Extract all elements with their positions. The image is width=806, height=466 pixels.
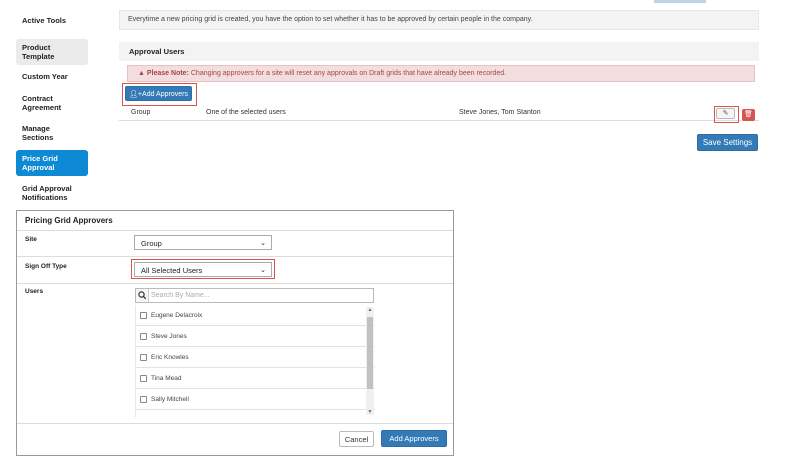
row-divider <box>119 120 759 121</box>
warning-icon: ▲ <box>138 70 145 77</box>
description-text: Everytime a new pricing grid is created,… <box>119 10 759 30</box>
signoff-label: Sign Off Type <box>25 263 67 270</box>
settings-sidebar: Active Tools Product Template Custom Yea… <box>16 12 90 209</box>
sidebar-item-product-template[interactable]: Product Template <box>16 39 88 65</box>
approval-settings-panel: Everytime a new pricing grid is created,… <box>119 10 759 151</box>
sidebar-item-price-grid-approval[interactable]: Price Grid Approval <box>16 150 88 176</box>
edit-button[interactable]: ✎ <box>716 108 735 119</box>
user-checkbox[interactable] <box>140 374 147 382</box>
save-settings-button[interactable]: Save Settings <box>697 134 758 151</box>
sidebar-item-grid-approval-notifications[interactable]: Grid Approval Notifications <box>16 180 88 206</box>
row-rule: One of the selected users <box>206 109 286 116</box>
list-item[interactable]: Sally Mitchell <box>136 389 375 410</box>
modal-divider <box>17 230 453 231</box>
edit-icon: ✎ <box>722 110 729 117</box>
approval-users-heading: Approval Users <box>119 42 759 61</box>
trash-icon: 🗑︎ <box>744 111 753 118</box>
user-checkbox[interactable] <box>140 332 147 340</box>
add-approvers-highlight: 👤︎+Add Approvers <box>122 83 197 106</box>
sidebar-item-contract-agreement[interactable]: Contract Agreement <box>16 90 88 116</box>
user-list: Eugene Delacroix Steve Jones Eric Knowle… <box>135 305 375 417</box>
user-list-scrollbar[interactable]: ▲ ▼ <box>366 307 374 415</box>
list-item[interactable]: Eugene Delacroix <box>136 305 375 326</box>
search-input[interactable] <box>151 290 371 301</box>
user-name: Eugene Delacroix <box>151 311 203 319</box>
chevron-down-icon: ⌄ <box>260 240 266 247</box>
list-item[interactable]: Steve Jones <box>136 326 375 347</box>
user-name: Sally Mitchell <box>151 395 189 403</box>
cancel-button[interactable]: Cancel <box>339 431 374 447</box>
scroll-down-arrow-icon[interactable]: ▼ <box>366 409 374 415</box>
signoff-select-value: All Selected Users <box>141 266 203 275</box>
list-item[interactable]: Tina Mead <box>136 368 375 389</box>
row-site: Group <box>131 109 151 116</box>
alert-message: Changing approvers for a site will reset… <box>190 70 507 77</box>
scroll-up-arrow-icon[interactable]: ▲ <box>366 307 374 313</box>
site-label: Site <box>25 236 37 243</box>
sidebar-item-active-tools[interactable]: Active Tools <box>16 12 88 29</box>
pricing-grid-approvers-modal: Pricing Grid Approvers Site Group ⌄ Sign… <box>16 210 454 456</box>
user-search-box <box>135 288 374 303</box>
sidebar-item-manage-sections[interactable]: Manage Sections <box>16 120 88 146</box>
modal-footer-divider <box>17 423 453 424</box>
modal-divider <box>17 256 453 257</box>
user-checkbox[interactable] <box>140 395 147 403</box>
add-approvers-submit-button[interactable]: Add Approvers <box>381 430 447 447</box>
sidebar-item-custom-year[interactable]: Custom Year <box>16 68 88 85</box>
user-name: Tina Mead <box>151 374 182 382</box>
user-checkbox[interactable] <box>140 353 147 361</box>
signoff-select[interactable]: All Selected Users ⌄ <box>134 262 272 277</box>
add-approvers-button[interactable]: 👤︎+Add Approvers <box>125 86 192 101</box>
modal-divider <box>17 283 453 284</box>
users-label: Users <box>25 288 44 295</box>
alert-prefix: Please Note: <box>146 70 189 77</box>
add-user-icon: 👤︎+ <box>129 90 143 98</box>
user-name: Steve Jones <box>151 332 187 340</box>
chevron-down-icon: ⌄ <box>260 267 266 274</box>
top-tab-indicator <box>654 0 706 3</box>
site-select[interactable]: Group ⌄ <box>134 235 272 250</box>
list-item[interactable]: Eric Knowles <box>136 347 375 368</box>
delete-button[interactable]: 🗑︎ <box>742 109 755 121</box>
scrollbar-thumb[interactable] <box>367 317 373 389</box>
user-checkbox[interactable] <box>140 311 147 319</box>
user-name: Eric Knowles <box>151 353 189 361</box>
search-icon <box>136 289 149 302</box>
site-select-value: Group <box>141 239 162 248</box>
add-approvers-label: Add Approvers <box>142 90 188 98</box>
modal-title: Pricing Grid Approvers <box>25 216 113 225</box>
edit-highlight: ✎ <box>714 106 739 123</box>
row-users: Steve Jones, Tom Stanton <box>459 109 541 116</box>
warning-alert: ▲ Please Note: Changing approvers for a … <box>127 65 755 82</box>
